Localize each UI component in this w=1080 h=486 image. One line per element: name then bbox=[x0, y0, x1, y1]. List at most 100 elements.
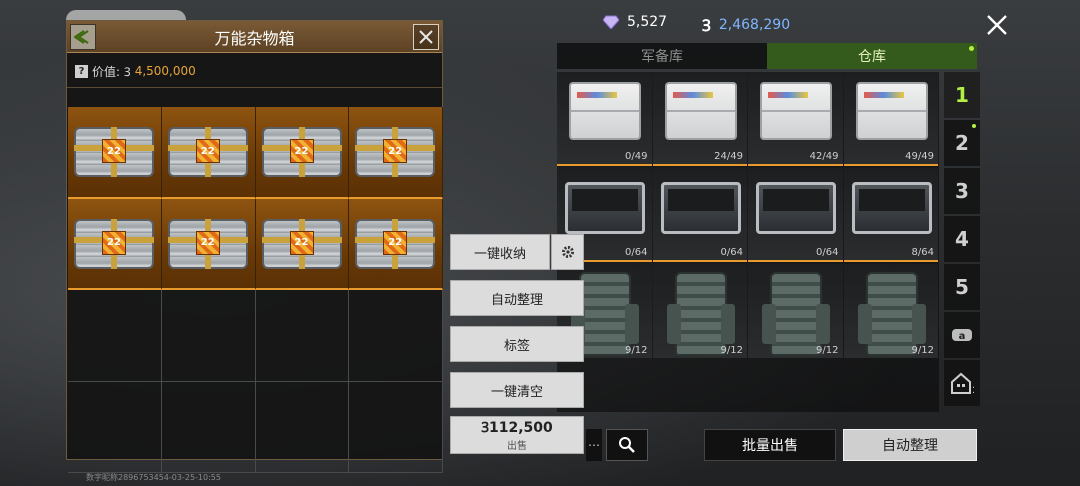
page-home[interactable]: 1 bbox=[944, 360, 980, 406]
value-amount: 4,500,000 bbox=[134, 64, 196, 78]
warehouse-item[interactable]: 49/49 bbox=[843, 72, 938, 166]
warehouse-item[interactable]: 9/12 bbox=[652, 264, 747, 358]
warehouse-item[interactable]: 0/49 bbox=[557, 72, 652, 166]
weapon-case-icon bbox=[756, 182, 836, 234]
warehouse-item[interactable]: 24/49 bbox=[652, 72, 747, 166]
page-4[interactable]: 4 bbox=[944, 216, 980, 262]
item-count: 49/49 bbox=[905, 151, 934, 162]
tab-armory[interactable]: 军备库 bbox=[557, 43, 767, 69]
close-icon bbox=[419, 30, 433, 44]
container-slot-empty[interactable] bbox=[255, 381, 350, 473]
container-slot-empty[interactable] bbox=[349, 381, 443, 473]
supply-crate-icon bbox=[760, 82, 832, 140]
main-close-button[interactable] bbox=[984, 12, 1010, 38]
gem-currency: 5,527 bbox=[603, 14, 667, 30]
container-slot-filled[interactable]: 22 bbox=[161, 198, 256, 290]
container-panel: 万能杂物箱 ? 价值: Ꝫ 4,500,000 22 22 22 22 22 22 22 22 bbox=[66, 20, 443, 473]
weapon-case-icon bbox=[851, 182, 932, 234]
coin-icon: Ꝫ bbox=[702, 16, 711, 35]
page-3[interactable]: 3 bbox=[944, 168, 980, 214]
item-count: 8/64 bbox=[911, 247, 934, 258]
help-icon[interactable]: ? bbox=[75, 64, 88, 78]
container-slot-empty[interactable] bbox=[349, 290, 443, 382]
item-count: 9/12 bbox=[720, 345, 743, 356]
coin-icon: Ꝫ bbox=[124, 64, 131, 79]
container-slot-filled[interactable]: 22 bbox=[255, 107, 350, 199]
notification-dot bbox=[972, 124, 976, 128]
warehouse-item[interactable]: 8/64 bbox=[843, 168, 938, 262]
page-2-label: 2 bbox=[955, 131, 969, 155]
weapon-case-icon bbox=[660, 182, 741, 234]
container-slot-filled[interactable]: 22 bbox=[68, 107, 162, 199]
panel-value: ? 价值: Ꝫ 4,500,000 bbox=[75, 61, 196, 81]
search-icon bbox=[619, 437, 635, 453]
clear-all-button[interactable]: 一键清空 bbox=[450, 372, 584, 408]
batch-sell-button[interactable]: 批量出售 bbox=[704, 429, 836, 461]
coin-count: 2,468,290 bbox=[718, 17, 791, 33]
stow-settings-button[interactable] bbox=[551, 234, 584, 270]
item-count: 0/64 bbox=[816, 247, 839, 258]
warehouse-item[interactable]: 0/64 bbox=[652, 168, 747, 262]
search-button[interactable] bbox=[606, 429, 648, 461]
chest-level-tag: 22 bbox=[195, 139, 220, 163]
warehouse-item[interactable]: 9/12 bbox=[843, 264, 938, 358]
container-slot-filled[interactable]: 22 bbox=[349, 198, 443, 290]
close-icon bbox=[987, 15, 1007, 35]
warehouse-item[interactable]: 42/49 bbox=[748, 72, 843, 166]
tab-warehouse[interactable]: 仓库 bbox=[767, 43, 977, 69]
auto-sort-bottom-button[interactable]: 自动整理 bbox=[843, 429, 977, 461]
svg-text:1: 1 bbox=[972, 386, 974, 394]
item-count: 9/12 bbox=[625, 345, 648, 356]
tactical-vest-icon bbox=[666, 272, 735, 356]
chest-level-tag: 22 bbox=[383, 139, 408, 163]
container-slot-empty[interactable] bbox=[161, 381, 256, 473]
panel-title: 万能杂物箱 bbox=[214, 29, 295, 48]
page-2[interactable]: 2 bbox=[944, 120, 980, 166]
item-count: 42/49 bbox=[809, 151, 839, 162]
chest-level-tag: 22 bbox=[102, 139, 126, 163]
more-button[interactable]: ⋯ bbox=[586, 429, 602, 461]
container-slot-filled[interactable]: 22 bbox=[68, 198, 162, 290]
storage-tabs: 军备库 仓库 bbox=[557, 43, 977, 69]
container-slot-empty[interactable] bbox=[68, 290, 162, 382]
container-slot-filled[interactable]: 22 bbox=[161, 107, 256, 199]
chest-level-tag: 22 bbox=[383, 230, 408, 255]
supply-crate-icon bbox=[855, 82, 928, 140]
warehouse-item[interactable]: 0/64 bbox=[748, 168, 843, 262]
svg-text:a: a bbox=[959, 331, 966, 342]
page-1[interactable]: 1 bbox=[944, 72, 980, 118]
item-count: 24/49 bbox=[714, 151, 743, 162]
watermark: 数字昵称2896753454-03-25-10:55 bbox=[86, 473, 221, 482]
container-slot-empty[interactable] bbox=[161, 290, 256, 382]
panel-close-button[interactable] bbox=[413, 24, 439, 50]
chest-icon: 22 bbox=[167, 121, 248, 181]
tags-button[interactable]: 标签 bbox=[450, 326, 584, 362]
warehouse-item[interactable]: 9/12 bbox=[748, 264, 843, 358]
tactical-vest-icon bbox=[571, 272, 639, 356]
house-icon: 1 bbox=[951, 372, 974, 394]
container-slot-filled[interactable]: 22 bbox=[349, 107, 443, 199]
container-slot-filled[interactable]: 22 bbox=[255, 198, 350, 290]
chest-icon: 22 bbox=[355, 213, 436, 273]
page-tag[interactable]: a bbox=[944, 312, 980, 358]
weapon-case-icon bbox=[565, 182, 645, 234]
page-5[interactable]: 5 bbox=[944, 264, 980, 310]
value-label: 价值: bbox=[92, 64, 121, 79]
chest-icon: 22 bbox=[261, 213, 342, 273]
divider bbox=[67, 87, 442, 88]
item-count: 9/12 bbox=[816, 345, 839, 356]
item-count: 0/49 bbox=[625, 151, 648, 162]
sell-amount: Ꝫ112,500 bbox=[481, 420, 553, 436]
container-grid: 22 22 22 22 22 22 22 22 bbox=[68, 107, 443, 473]
sell-label: 出售 bbox=[507, 441, 527, 452]
container-slot-empty[interactable] bbox=[68, 381, 162, 473]
auto-sort-button[interactable]: 自动整理 bbox=[450, 280, 584, 316]
stow-all-button[interactable]: 一键收纳 bbox=[450, 234, 550, 270]
chest-icon: 22 bbox=[355, 121, 436, 181]
chest-level-tag: 22 bbox=[102, 230, 126, 255]
container-slot-empty[interactable] bbox=[255, 290, 350, 382]
supply-crate-icon bbox=[664, 82, 737, 140]
item-count: 9/12 bbox=[911, 345, 934, 356]
tactical-vest-icon bbox=[762, 272, 830, 356]
sell-button[interactable]: Ꝫ112,500 出售 bbox=[450, 416, 584, 454]
